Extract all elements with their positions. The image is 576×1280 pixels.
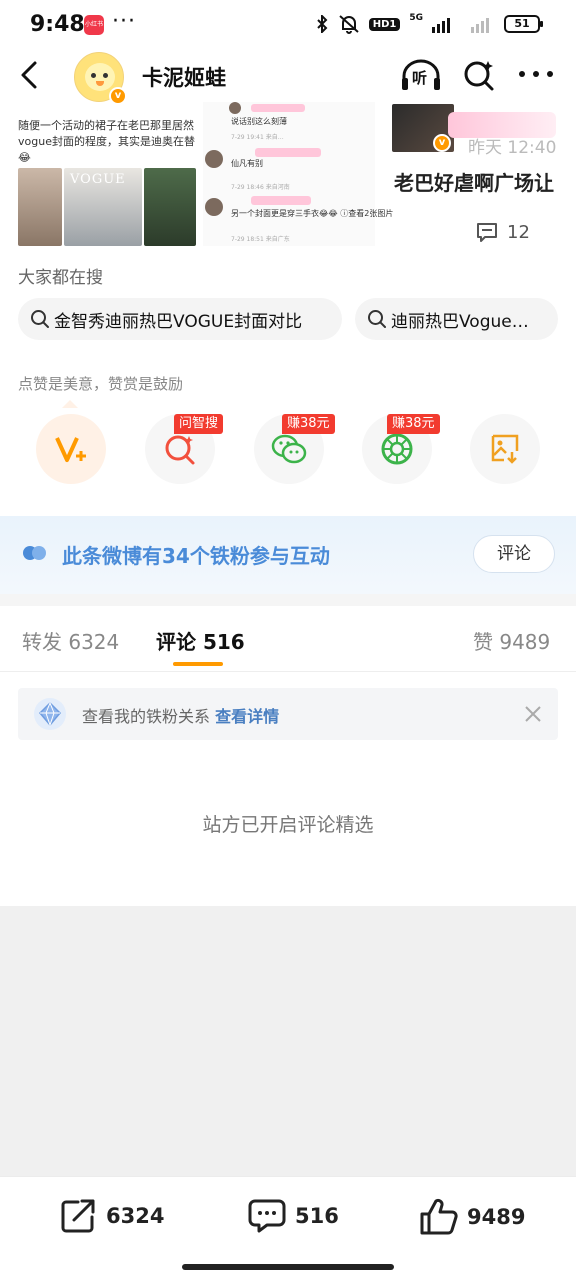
comment-count: 516 [295,1204,339,1228]
tab-like-label: 赞 [473,630,493,654]
like-action[interactable]: 9489 [419,1198,525,1236]
more-notifications-icon: ··· [112,9,136,34]
active-tab-indicator [173,662,223,666]
signal-secondary-icon [471,18,489,33]
user-name[interactable]: 卡泥姬蛙 [142,62,226,92]
post-thumbnail-3[interactable] [144,168,196,246]
tab-like-count: 9489 [499,630,551,654]
tab-like[interactable]: 赞 9489 [473,626,550,655]
xiaohongshu-app-icon: 小红书 [84,15,104,35]
comment-line: 说话别这么刻薄 [231,117,287,126]
signal-icon [432,18,450,33]
comment-icon [248,1199,286,1233]
wechat-earn-tag: 赚38元 [282,414,335,434]
comment-action[interactable]: 516 [247,1198,339,1234]
comment-meta: 7-29 18:46 来自河南 [231,184,290,191]
avatar-eye [103,73,108,78]
commenter-avatar [205,150,223,168]
reward-label: 点赞是美意，赞赏是鼓励 [18,375,184,393]
close-icon[interactable] [524,705,542,723]
verified-v-icon: v [109,87,127,105]
network-type: 5G [409,13,423,23]
diamond-badge-icon [34,698,66,730]
repost-action[interactable]: 6324 [60,1198,164,1234]
comment-meta: 7-29 19:41 来自… [231,134,284,141]
comment-line: 仙凡有别 [231,159,263,168]
vogue-logo-text: VOGUE [70,172,126,187]
wechat-icon [271,434,307,464]
post-thumbnail-1[interactable] [18,168,62,246]
status-time: 9:48 [30,12,85,37]
wenzhisou-tag: 问智搜 [174,414,224,434]
empty-area [0,906,576,1176]
listen-label: 听 [412,69,428,87]
repost-count: 6324 [106,1204,165,1228]
redacted-name-bar [251,104,305,112]
commenter-avatar [229,102,241,114]
comment-meta: 7-29 18:51 来自广东 [231,236,290,243]
status-bar: 9:48 小红书 ··· HD1 5G 51 [0,0,576,50]
comment-count-icon [477,223,497,242]
tab-repost-label: 转发 [22,630,62,654]
notice-detail-link[interactable]: 查看详情 [215,707,279,726]
user-avatar[interactable]: v [74,52,127,105]
post-thumbnail-vogue[interactable]: VOGUE [64,168,142,246]
share-icon [61,1199,95,1233]
commenter-avatar [205,198,223,216]
search-suggestion-text: 金智秀迪丽热巴VOGUE封面对比 [54,311,303,332]
avatar-eye [91,73,96,78]
tab-comment-label: 评论 [156,630,196,654]
home-indicator [182,1264,394,1270]
section-divider [0,594,576,606]
related-post-text[interactable]: 随便一个活动的裙子在老巴那里居然vogue封面的程度，其实是迪奥在替😂 [18,118,198,166]
tab-comment[interactable]: 评论 516 [156,626,245,655]
ai-search-icon [165,435,195,465]
back-arrow-icon[interactable] [18,60,40,90]
search-sparkle-icon[interactable] [462,58,496,92]
redacted-name-bar [251,196,311,205]
notice-message: 查看我的铁粉关系 [82,707,211,726]
redacted-name-bar [255,148,321,157]
comment-curation-note: 站方已开启评论精选 [202,814,374,836]
like-count: 9489 [467,1205,526,1229]
thumbs-up-icon [420,1198,458,1235]
banner-comment-button[interactable]: 评论 [473,535,555,573]
hd-volte-badge: HD1 [368,17,401,31]
tab-repost[interactable]: 转发 6324 [22,626,119,655]
listen-button[interactable]: 听 [400,58,442,94]
search-icon [368,310,386,328]
related-post-time: 昨天 12:40 [468,138,557,158]
related-post-comment-count: 12 [507,222,530,243]
notice-text: 查看我的铁粉关系 查看详情 [82,703,279,727]
fans-icon [23,546,46,560]
save-image-button[interactable] [470,414,540,484]
search-suggestion-text: 迪丽热巴Vogue… [391,311,529,332]
more-options-icon[interactable] [518,70,554,78]
search-icon [31,310,49,328]
iron-fans-text: 此条微博有34个铁粉参与互动 [62,544,330,568]
avatar-face [85,63,115,91]
tab-repost-count: 6324 [68,630,120,654]
comment-line: 另一个封面更是穿三手衣😂😂 ⓘ查看2张图片 [231,209,394,218]
bluetooth-icon [316,15,328,33]
related-post-title[interactable]: 老巴好虐啊广场让 [394,167,554,196]
tab-divider-line [0,671,576,672]
search-suggestion-chip[interactable]: 迪丽热巴Vogue… [355,298,558,340]
nav-bar: v 卡泥姬蛙 听 [0,48,576,105]
mute-bell-icon [339,15,359,34]
reward-vplus-button[interactable] [36,414,106,484]
tab-comment-count: 516 [202,630,245,654]
battery-indicator: 51 [504,15,543,33]
status-icons: HD1 5G 51 [315,13,543,34]
moments-icon [381,433,413,465]
reward-pointer [62,400,78,408]
v-plus-icon [55,437,86,462]
moments-earn-tag: 赚38元 [387,414,440,434]
search-suggestions-label: 大家都在搜 [18,268,103,288]
verified-v-icon: v [433,134,451,152]
search-suggestion-chip[interactable]: 金智秀迪丽热巴VOGUE封面对比 [18,298,342,340]
save-image-icon [491,434,519,464]
comment-screenshot-card[interactable]: 说话别这么刻薄 7-29 19:41 来自… 仙凡有别 7-29 18:46 来… [203,102,393,246]
